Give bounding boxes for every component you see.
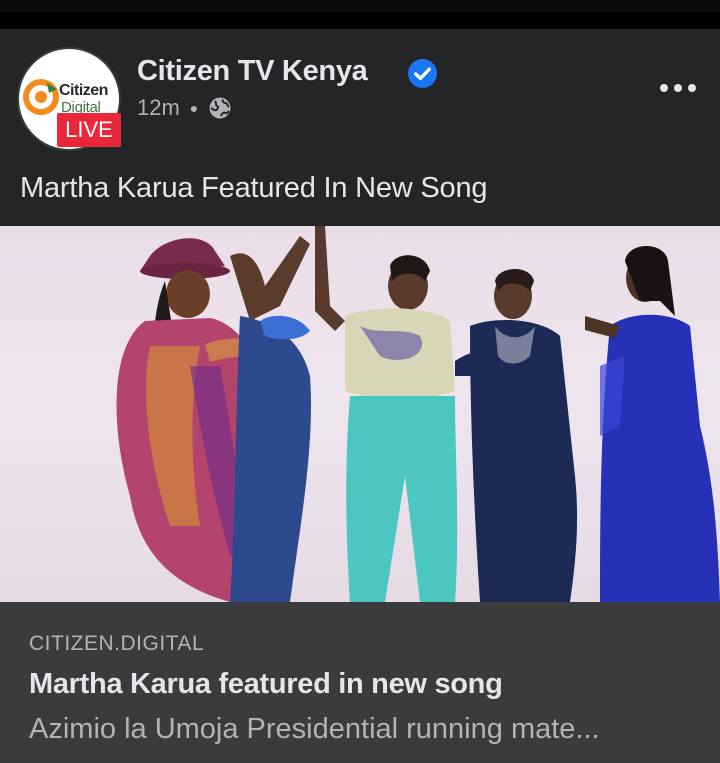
link-description: Azimio la Umoja Presidential running mat… bbox=[29, 713, 600, 745]
live-badge: LIVE bbox=[57, 113, 121, 147]
more-options-icon[interactable] bbox=[658, 78, 698, 98]
feed-separator bbox=[0, 12, 720, 29]
post-timestamp[interactable]: 12m bbox=[137, 95, 180, 121]
status-bar bbox=[0, 0, 720, 12]
avatar-brand-line1: Citizen bbox=[59, 82, 108, 99]
verified-badge-icon bbox=[407, 58, 438, 89]
globe-icon[interactable] bbox=[208, 96, 232, 120]
post-media-image[interactable] bbox=[0, 226, 720, 602]
link-title[interactable]: Martha Karua featured in new song bbox=[29, 668, 503, 701]
page-name[interactable]: Citizen TV Kenya bbox=[137, 55, 368, 88]
citizen-logo-icon bbox=[23, 79, 59, 115]
post-meta: 12m ● bbox=[137, 95, 232, 121]
video-still-illustration bbox=[116, 226, 720, 602]
meta-separator: ● bbox=[189, 100, 199, 116]
post-caption: Martha Karua Featured In New Song bbox=[20, 172, 488, 204]
link-domain: CITIZEN.DIGITAL bbox=[29, 632, 205, 655]
